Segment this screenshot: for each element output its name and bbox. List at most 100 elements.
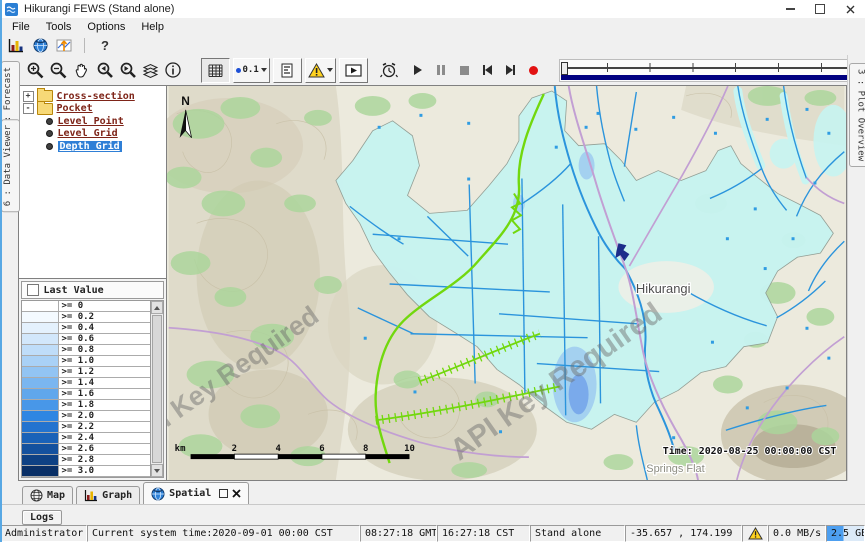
map-viewport[interactable]: API Key Required API Key Required Hikura…: [167, 85, 847, 481]
legend-row[interactable]: >= 2.4: [22, 433, 150, 444]
legend-row[interactable]: >= 2.6: [22, 444, 150, 455]
legend-row[interactable]: >= 3.0: [22, 466, 150, 477]
go-to-end-button[interactable]: [499, 59, 522, 82]
legend-class-label: >= 2.6: [59, 444, 150, 454]
legend-row[interactable]: >= 0.6: [22, 334, 150, 345]
scroll-down-button[interactable]: [151, 464, 163, 477]
expand-toggle-icon[interactable]: +: [23, 91, 34, 102]
legend-row[interactable]: >= 0.8: [22, 345, 150, 356]
legend-row[interactable]: >= 0.4: [22, 323, 150, 334]
legend-row[interactable]: >= 0.2: [22, 312, 150, 323]
minimize-button[interactable]: [775, 0, 805, 18]
globe-icon: [151, 487, 165, 501]
scrollbar-thumb[interactable]: [152, 315, 162, 463]
restore-pane-icon[interactable]: [219, 489, 228, 498]
tree-item-label: Level Point: [58, 116, 124, 127]
legend-rows: >= 0>= 0.2>= 0.4>= 0.6>= 0.8>= 1.0>= 1.2…: [22, 301, 150, 477]
menu-options[interactable]: Options: [79, 20, 133, 34]
pause-button[interactable]: [430, 59, 453, 82]
explorer-button[interactable]: [4, 36, 28, 55]
bullet-icon: [46, 130, 53, 137]
sidebar-tab-data-viewer[interactable]: 6 : Data Viewer: [1, 119, 20, 212]
menu-bar: File Tools Options Help: [0, 18, 865, 35]
warnings-dropdown[interactable]: [305, 58, 336, 83]
go-to-start-button[interactable]: [476, 59, 499, 82]
toolbar-separator: [84, 38, 85, 53]
title-bar: Hikurangi FEWS (Stand alone): [0, 0, 865, 19]
pause-icon: [437, 65, 445, 75]
legend-row[interactable]: >= 2.2: [22, 422, 150, 433]
legend-row[interactable]: >= 1.2: [22, 367, 150, 378]
zoom-previous-button[interactable]: [93, 59, 116, 82]
legend-row[interactable]: >= 1.4: [22, 378, 150, 389]
menu-tools[interactable]: Tools: [38, 20, 80, 34]
last-value-checkbox[interactable]: [27, 284, 39, 296]
legend-row[interactable]: >= 1.6: [22, 389, 150, 400]
legend-row[interactable]: >= 2.8: [22, 455, 150, 466]
tree-item-label: Cross-section: [57, 91, 135, 102]
tree-item-level-point[interactable]: Level Point: [19, 115, 166, 128]
warning-icon: [308, 63, 325, 78]
window-edge: [0, 0, 2, 542]
legend-row[interactable]: >= 1.8: [22, 400, 150, 411]
legend-color-swatch: [22, 345, 59, 355]
tree-item-depth-grid[interactable]: Depth Grid: [19, 140, 166, 153]
maximize-button[interactable]: [805, 0, 835, 18]
classify-button[interactable]: [273, 58, 302, 83]
right-tab-strip: 3 : Plot Overview: [847, 55, 865, 481]
legend-class-label: >= 0.4: [59, 323, 150, 333]
tab-map[interactable]: Map: [22, 486, 73, 504]
menu-help[interactable]: Help: [133, 20, 172, 34]
legend-row[interactable]: >= 1.0: [22, 356, 150, 367]
layers-button[interactable]: [139, 59, 162, 82]
tab-graph[interactable]: Graph: [76, 486, 140, 504]
close-button[interactable]: [835, 0, 865, 18]
status-warning-cell[interactable]: [742, 525, 768, 542]
legend-color-swatch: [22, 312, 59, 322]
grid-value-dropdown[interactable]: 0.1: [233, 58, 270, 83]
show-grid-button[interactable]: [201, 58, 230, 83]
map-display-button[interactable]: [28, 36, 52, 55]
tree-item-label-selected: Depth Grid: [58, 141, 122, 152]
tree-item-label: Level Grid: [58, 128, 118, 139]
info-button[interactable]: [162, 59, 185, 82]
folder-icon: [37, 103, 53, 115]
zoom-next-button[interactable]: [116, 59, 139, 82]
legend-color-swatch: [22, 422, 59, 432]
scroll-up-button[interactable]: [151, 301, 163, 314]
tree-item-pocket[interactable]: - Pocket: [19, 103, 166, 116]
legend-class-label: >= 2.0: [59, 411, 150, 421]
zoom-in-button[interactable]: [24, 59, 47, 82]
status-system-time: Current system time:2020-09-01 00:00 CST: [87, 525, 360, 542]
legend-class-label: >= 2.2: [59, 422, 150, 432]
pan-button[interactable]: [70, 59, 93, 82]
logs-button[interactable]: Logs: [22, 510, 62, 525]
animation-settings-button[interactable]: [378, 59, 401, 82]
left-panel: + Cross-section - Pocket Level Point: [18, 85, 167, 481]
close-pane-icon[interactable]: [232, 489, 241, 498]
legend-class-label: >= 0.2: [59, 312, 150, 322]
time-slider-left-handle[interactable]: [561, 62, 568, 75]
timeseries-button[interactable]: [52, 36, 76, 55]
tab-graph-label: Graph: [102, 490, 132, 501]
record-button[interactable]: [522, 59, 545, 82]
zoom-out-button[interactable]: [47, 59, 70, 82]
help-button[interactable]: ?: [93, 36, 117, 55]
scale-tick: 6: [319, 444, 324, 454]
legend-color-swatch: [22, 444, 59, 454]
tab-spatial[interactable]: Spatial: [143, 482, 249, 504]
menu-file[interactable]: File: [4, 20, 38, 34]
collapse-toggle-icon[interactable]: -: [23, 103, 34, 114]
time-slider[interactable]: [559, 59, 865, 82]
layer-tree: + Cross-section - Pocket Level Point: [19, 86, 166, 279]
sidebar-tab-plot-overview[interactable]: 3 : Plot Overview: [849, 63, 865, 167]
legend-row[interactable]: >= 0: [22, 301, 150, 312]
legend-class-label: >= 2.8: [59, 455, 150, 465]
stop-button[interactable]: [453, 59, 476, 82]
scale-unit: km: [174, 444, 185, 454]
legend-row[interactable]: >= 2.0: [22, 411, 150, 422]
animation-export-button[interactable]: [339, 58, 368, 83]
tree-item-level-grid[interactable]: Level Grid: [19, 128, 166, 141]
legend-scrollbar[interactable]: [150, 301, 163, 477]
play-button[interactable]: [407, 59, 430, 82]
